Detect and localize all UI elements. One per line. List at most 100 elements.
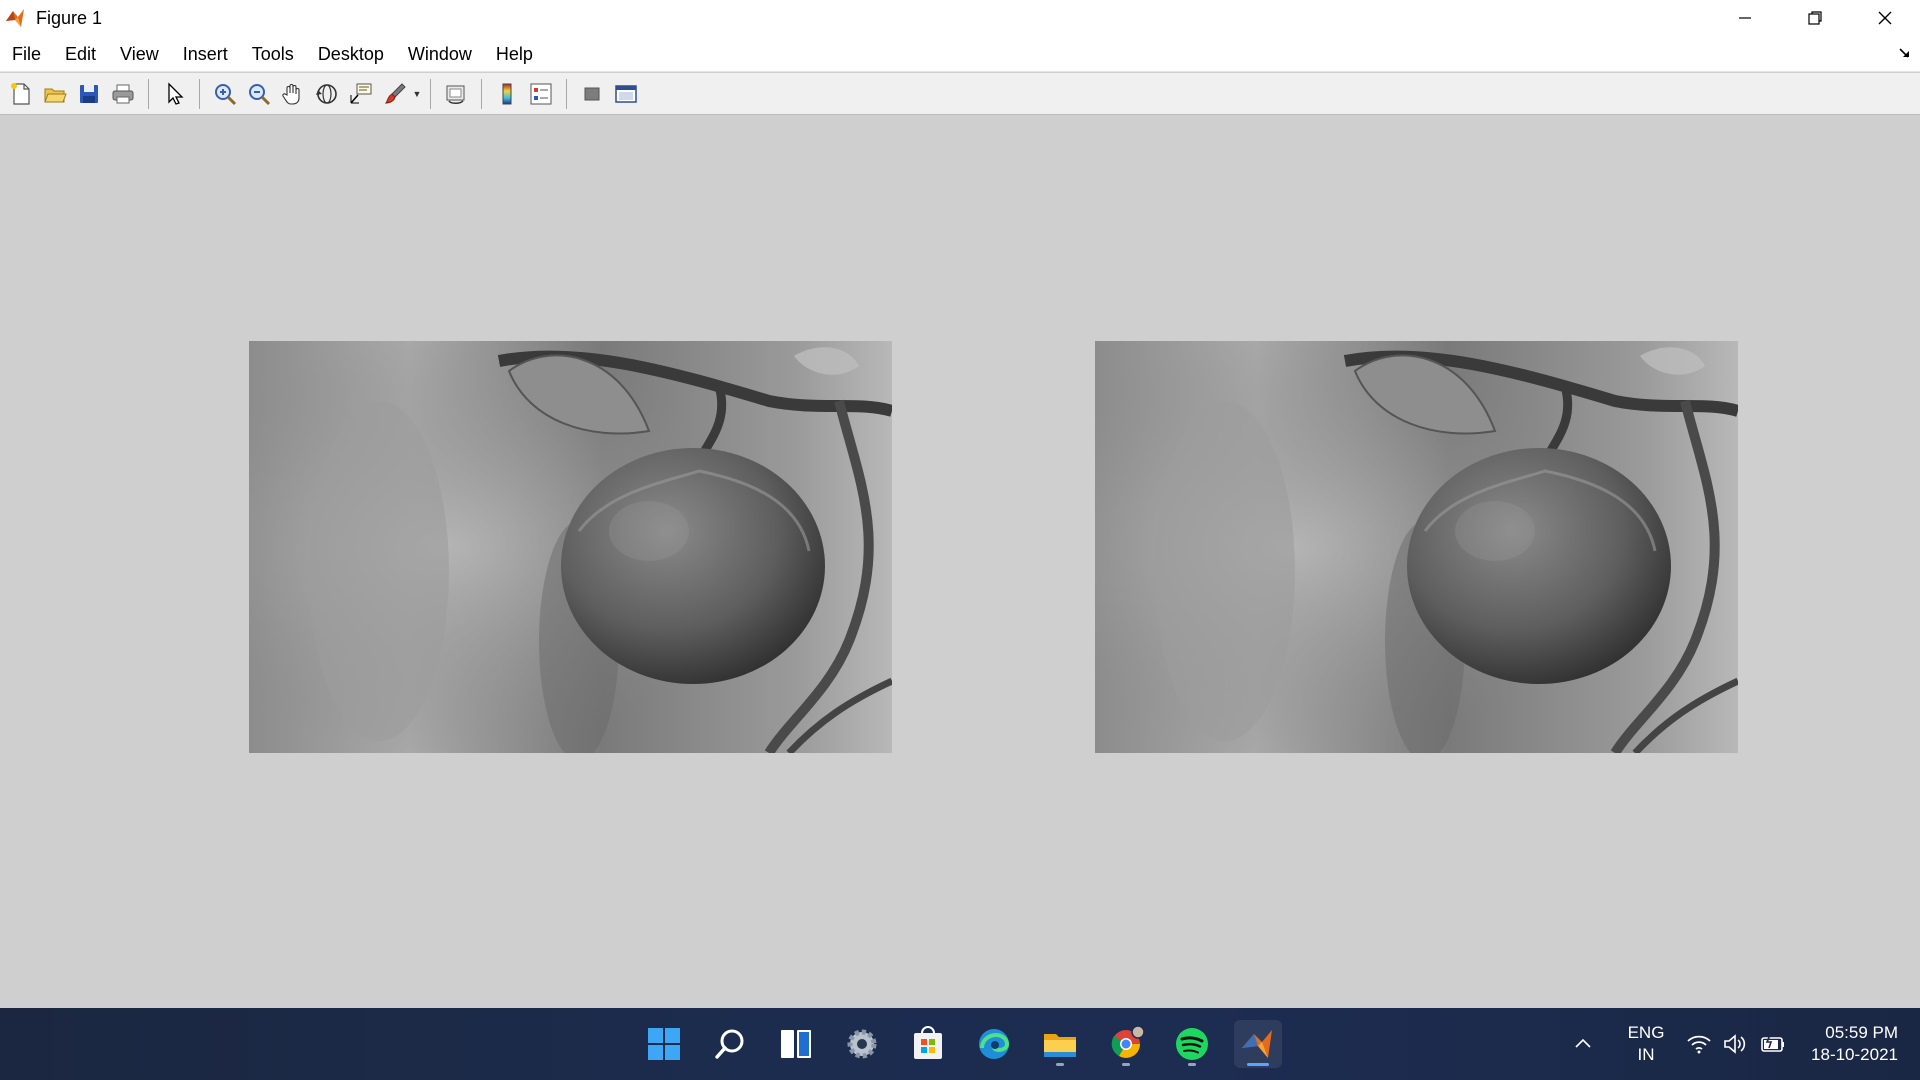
brush-dropdown[interactable]: ▼	[412, 79, 422, 109]
folder-icon	[1044, 1034, 1076, 1057]
toolbar-separator	[566, 78, 567, 109]
taskbar-spotify-button[interactable]	[1168, 1020, 1216, 1068]
open-file-button[interactable]	[40, 79, 70, 109]
menu-view[interactable]: View	[108, 36, 171, 72]
window-controls	[1710, 0, 1920, 36]
new-file-icon	[11, 82, 30, 105]
input-language[interactable]: ENG IN	[1624, 1022, 1668, 1066]
print-icon	[112, 84, 134, 103]
rotate-3d-icon	[316, 83, 337, 104]
window-title: Figure 1	[36, 7, 103, 28]
clock-time: 05:59 PM	[1825, 1023, 1898, 1042]
colorbar-icon	[502, 83, 512, 104]
edge-icon	[979, 1029, 1010, 1059]
taskbar-chrome-button[interactable]	[1102, 1020, 1150, 1068]
zoom-out-button[interactable]	[244, 79, 274, 109]
close-button[interactable]	[1850, 0, 1920, 36]
taskbar-settings-button[interactable]	[838, 1020, 886, 1068]
dock-figure-icon[interactable]	[1898, 46, 1912, 60]
zoom-out-icon	[249, 83, 271, 105]
apple-image	[1095, 341, 1738, 753]
speaker-icon	[1724, 1034, 1746, 1054]
menu-help[interactable]: Help	[484, 36, 545, 72]
restore-icon	[1808, 11, 1822, 25]
link-plot-button[interactable]	[441, 79, 471, 109]
start-button[interactable]	[640, 1020, 688, 1068]
hand-icon	[282, 83, 300, 105]
menu-bar: File Edit View Insert Tools Desktop Wind…	[0, 36, 1920, 72]
menu-edit[interactable]: Edit	[53, 36, 108, 72]
restore-button[interactable]	[1780, 0, 1850, 36]
wifi-icon	[1687, 1035, 1711, 1054]
minimize-button[interactable]	[1710, 0, 1780, 36]
matlab-app-icon	[6, 9, 24, 27]
running-indicator	[1188, 1063, 1196, 1066]
taskbar-search-button[interactable]	[706, 1020, 754, 1068]
language-code: ENG	[1627, 1023, 1665, 1042]
matlab-icon	[1242, 1030, 1272, 1058]
wifi-status[interactable]	[1686, 1008, 1712, 1080]
brush-button[interactable]	[380, 79, 410, 109]
taskbar-store-button[interactable]	[904, 1020, 952, 1068]
pointer-arrow-icon	[168, 81, 184, 105]
save-button[interactable]	[74, 79, 104, 109]
toolbar-separator	[430, 78, 431, 109]
windows-logo-icon	[648, 1028, 680, 1060]
minimize-icon	[1739, 17, 1751, 19]
taskbar-widgets-button[interactable]	[772, 1020, 820, 1068]
close-icon	[1878, 11, 1892, 25]
battery-charging-icon	[1761, 1034, 1784, 1052]
data-cursor-icon	[350, 83, 372, 103]
system-clock[interactable]: 05:59 PM 18-10-2021	[1811, 1022, 1898, 1066]
running-indicator	[1056, 1063, 1064, 1066]
figure-canvas[interactable]	[0, 116, 1920, 1008]
pan-button[interactable]	[278, 79, 308, 109]
rotate-3d-button[interactable]	[312, 79, 342, 109]
taskbar-edge-button[interactable]	[970, 1020, 1018, 1068]
toolbar-separator	[199, 78, 200, 109]
link-plot-icon	[446, 85, 465, 104]
show-hidden-icons-button[interactable]	[1572, 1008, 1594, 1080]
region-code: IN	[1637, 1045, 1655, 1064]
image-axes-left[interactable]	[249, 341, 892, 753]
print-button[interactable]	[108, 79, 138, 109]
insert-legend-button[interactable]	[526, 79, 556, 109]
image-axes-right[interactable]	[1095, 341, 1738, 753]
show-plot-tools-button[interactable]	[611, 79, 641, 109]
edit-plot-button[interactable]	[159, 79, 189, 109]
chevron-down-icon: ▼	[412, 88, 422, 99]
battery-status[interactable]	[1758, 1008, 1786, 1080]
zoom-in-icon	[215, 83, 237, 105]
insert-colorbar-button[interactable]	[492, 79, 522, 109]
menu-desktop[interactable]: Desktop	[306, 36, 396, 72]
apple-image	[249, 341, 892, 753]
toolbar-separator	[148, 78, 149, 109]
legend-icon	[530, 83, 552, 104]
hide-plot-tools-icon	[584, 87, 600, 100]
new-figure-button[interactable]	[6, 79, 36, 109]
clock-date: 18-10-2021	[1811, 1045, 1898, 1064]
search-icon	[715, 1029, 744, 1059]
menu-tools[interactable]: Tools	[240, 36, 306, 72]
taskbar: ENG IN 05:59 PM 18-10-2021	[0, 1008, 1920, 1080]
toolbar-separator	[481, 78, 482, 109]
menu-file[interactable]: File	[0, 36, 53, 72]
menu-insert[interactable]: Insert	[171, 36, 240, 72]
hide-plot-tools-button[interactable]	[577, 79, 607, 109]
save-icon	[80, 84, 98, 103]
taskbar-file-explorer-button[interactable]	[1036, 1020, 1084, 1068]
store-icon	[914, 1026, 942, 1059]
running-indicator	[1247, 1063, 1269, 1066]
show-plot-tools-icon	[615, 84, 637, 103]
running-indicator	[1122, 1063, 1130, 1066]
gear-icon	[847, 1029, 877, 1059]
taskbar-matlab-button[interactable]	[1234, 1020, 1282, 1068]
spotify-icon	[1176, 1028, 1208, 1060]
folder-open-icon	[44, 88, 67, 102]
volume-status[interactable]	[1722, 1008, 1748, 1080]
data-cursor-button[interactable]	[346, 79, 376, 109]
chevron-up-icon	[1575, 1038, 1591, 1048]
zoom-in-button[interactable]	[210, 79, 240, 109]
widgets-icon	[781, 1030, 811, 1058]
menu-window[interactable]: Window	[396, 36, 484, 72]
